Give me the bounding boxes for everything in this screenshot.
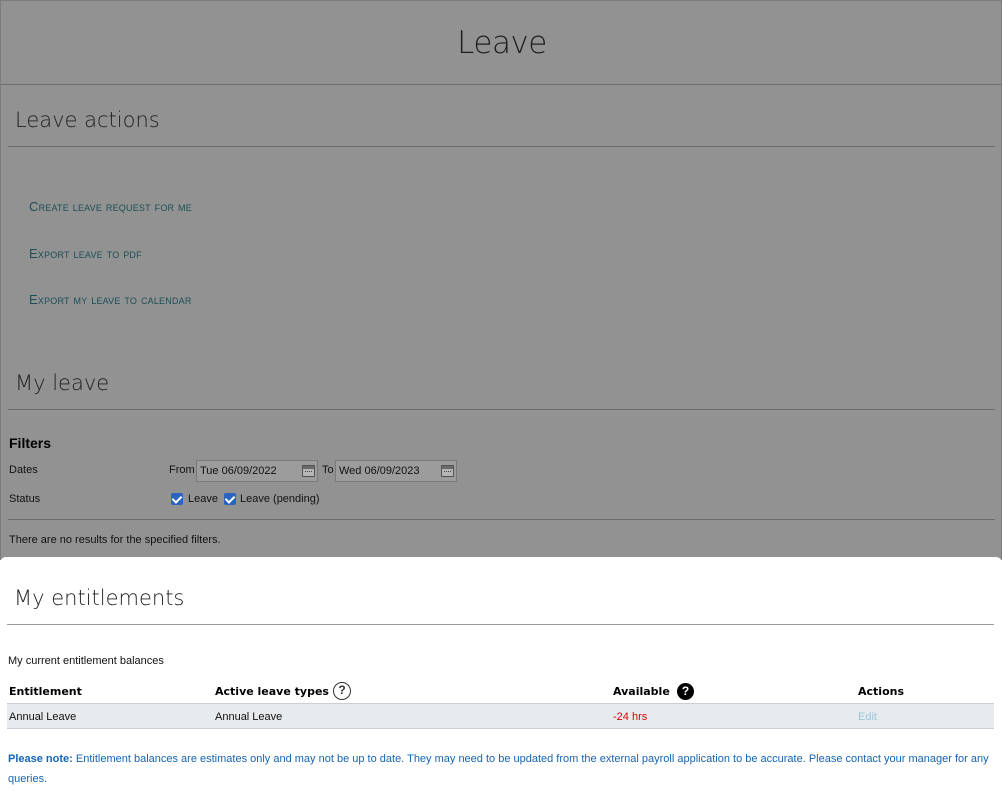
table-row (7, 703, 994, 729)
column-header-entitlement: Entitlement (9, 685, 82, 698)
filters-title: Filters (9, 435, 52, 451)
no-results-message: There are no results for the specified f… (9, 534, 221, 546)
note-label: Please note: (8, 753, 73, 765)
leave-pending-checkbox[interactable] (224, 493, 236, 505)
calendar-icon[interactable] (302, 465, 315, 477)
page-header: Leave (1, 1, 1002, 85)
leave-actions-heading: Leave actions (15, 108, 160, 132)
help-icon[interactable]: ? (333, 682, 351, 700)
page-title: Leave (457, 25, 547, 61)
divider (8, 146, 995, 147)
cell-available: -24 hrs (613, 711, 648, 723)
dates-label: Dates (9, 464, 38, 476)
from-date-value: Tue 06/09/2022 (200, 465, 277, 477)
dimmed-background: Leave Leave actions Create leave request… (0, 0, 1002, 560)
entitlements-subtitle: My current entitlement balances (8, 655, 164, 667)
leave-checkbox-label: Leave (188, 493, 218, 505)
status-label: Status (9, 493, 41, 505)
divider (8, 409, 995, 410)
help-icon[interactable]: ? (677, 683, 694, 700)
to-label: To (322, 464, 334, 476)
export-leave-calendar-link[interactable]: Export my leave to calendar (29, 292, 192, 307)
from-date-input[interactable]: Tue 06/09/2022 (196, 460, 318, 482)
leave-checkbox[interactable] (171, 493, 183, 505)
edit-link[interactable]: Edit (858, 711, 877, 723)
column-header-actions: Actions (858, 685, 904, 698)
entitlements-note: Please note: Entitlement balances are es… (8, 749, 994, 789)
export-leave-pdf-link[interactable]: Export leave to pdf (29, 246, 142, 261)
leave-pending-checkbox-label: Leave (pending) (240, 493, 320, 505)
from-label: From (169, 464, 195, 476)
create-leave-request-link[interactable]: Create leave request for me (29, 199, 192, 214)
divider (8, 519, 995, 520)
calendar-icon[interactable] (441, 465, 454, 477)
cell-active-leave-types: Annual Leave (215, 711, 283, 723)
my-leave-heading: My leave (15, 371, 110, 395)
cell-entitlement: Annual Leave (9, 711, 77, 723)
column-header-active-leave-types: Active leave types (215, 685, 329, 698)
to-date-value: Wed 06/09/2023 (339, 465, 420, 477)
entitlements-heading: My entitlements (14, 586, 185, 610)
column-header-available: Available (613, 685, 670, 698)
divider (7, 624, 994, 625)
to-date-input[interactable]: Wed 06/09/2023 (335, 460, 457, 482)
note-text: Entitlement balances are estimates only … (8, 753, 989, 785)
